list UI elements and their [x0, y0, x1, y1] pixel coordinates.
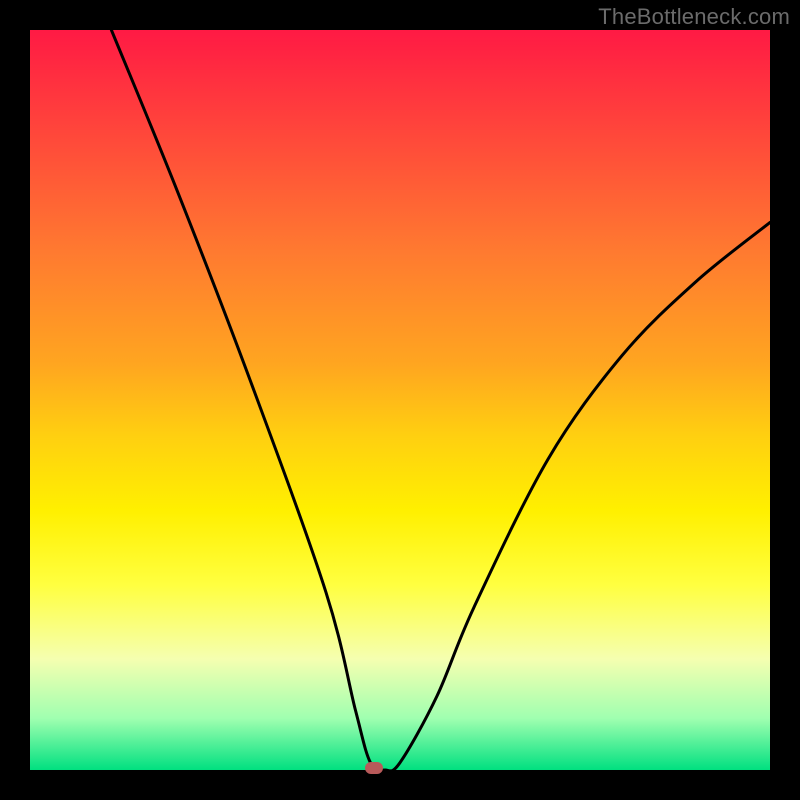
optimum-marker: [365, 762, 383, 774]
watermark-text: TheBottleneck.com: [598, 4, 790, 30]
plot-area: [30, 30, 770, 770]
line-series: [30, 30, 770, 770]
chart-container: TheBottleneck.com: [0, 0, 800, 800]
